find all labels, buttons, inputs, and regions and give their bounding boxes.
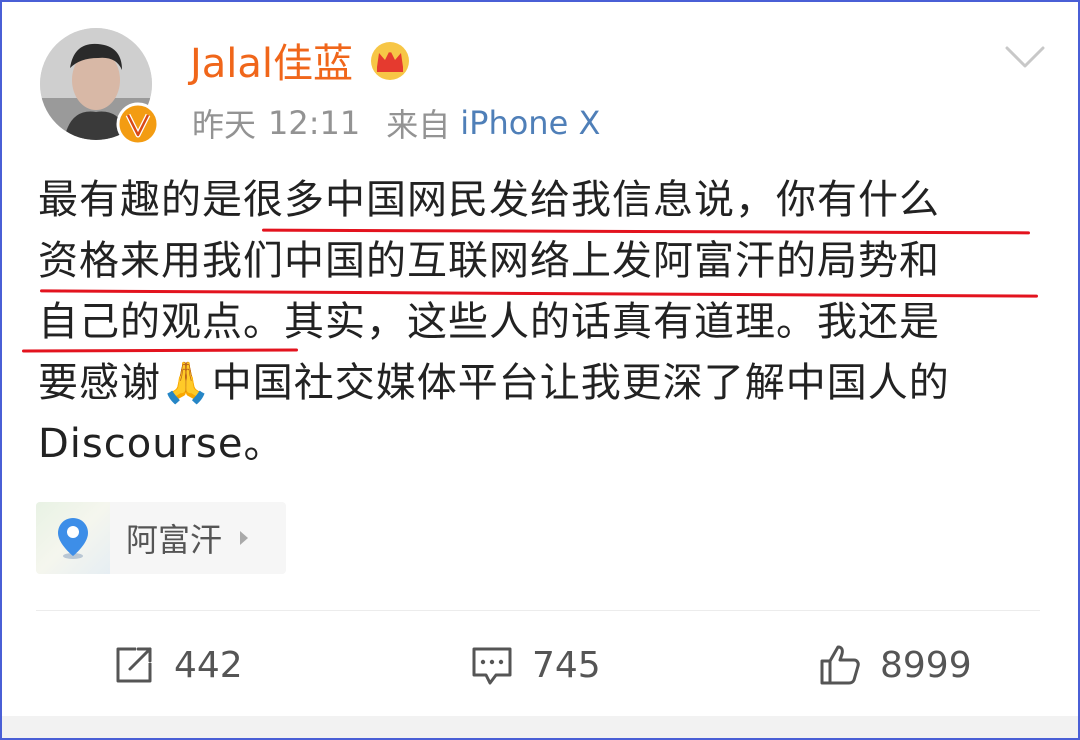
post-date: 昨天	[192, 106, 257, 144]
like-count: 8999	[880, 644, 972, 686]
post-time: 12:11	[268, 104, 361, 142]
map-thumbnail	[36, 502, 110, 574]
comment-button[interactable]: 745	[470, 640, 601, 690]
post-text-line: 最有趣的是很多中国网民发给我信息说，你有什么	[38, 177, 940, 223]
location-name[interactable]: 阿富汗	[126, 515, 222, 561]
avatar-container[interactable]	[40, 28, 160, 146]
device-link[interactable]: iPhone X	[460, 104, 600, 142]
like-button[interactable]: 8999	[818, 640, 972, 690]
bottom-separator-band	[2, 716, 1078, 738]
share-count: 442	[174, 644, 243, 686]
post-text-line: Discourse。	[38, 421, 285, 467]
location-chip[interactable]: 阿富汗	[36, 502, 286, 574]
chevron-down-icon[interactable]	[1004, 44, 1046, 70]
post-text-line: 要感谢🙏中国社交媒体平台让我更深了解中国人的	[38, 360, 950, 406]
source-label: 来自	[386, 106, 451, 144]
verified-v-icon	[116, 102, 160, 146]
post-text-line: 自己的观点。其实，这些人的话真有道理。我还是	[38, 299, 940, 345]
username[interactable]: Jalal佳蓝	[190, 31, 353, 89]
username-row: Jalal佳蓝	[190, 31, 413, 89]
crown-icon[interactable]	[367, 39, 413, 81]
comment-icon	[472, 647, 512, 685]
divider	[36, 610, 1040, 611]
share-button[interactable]: 442	[112, 640, 243, 690]
post-meta: 昨天 12:11 来自 iPhone X	[192, 100, 600, 146]
like-icon	[820, 645, 860, 685]
location-pin-icon	[58, 518, 88, 559]
share-icon	[116, 647, 152, 683]
caret-right-icon	[240, 531, 249, 545]
post-text-line: 资格来用我们中国的互联网络上发阿富汗的局势和	[38, 238, 940, 284]
post-text: 最有趣的是很多中国网民发给我信息说，你有什么 资格来用我们中国的互联网络上发阿富…	[38, 170, 1038, 475]
comment-count: 745	[532, 644, 601, 686]
